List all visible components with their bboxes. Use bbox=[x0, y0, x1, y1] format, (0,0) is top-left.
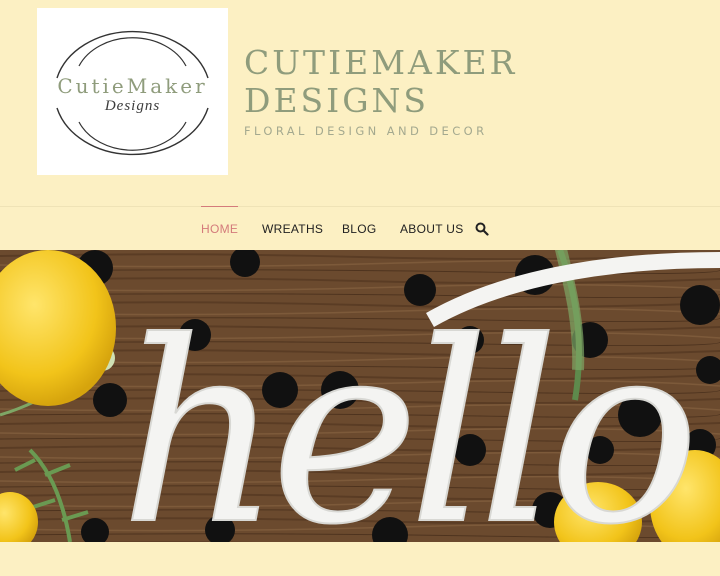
site-title[interactable]: CUTIEMAKER DESIGNS bbox=[244, 44, 564, 120]
search-icon[interactable] bbox=[475, 222, 489, 236]
site-logo[interactable]: CutieMaker Designs bbox=[37, 8, 228, 175]
logo-script-text: Designs bbox=[104, 98, 161, 114]
nav-item-about[interactable]: ABOUT US bbox=[400, 222, 464, 236]
site-title-line2: DESIGNS bbox=[244, 81, 430, 120]
site-tagline: FLORAL DESIGN AND DECOR bbox=[244, 124, 488, 138]
nav-item-home[interactable]: HOME bbox=[201, 206, 239, 236]
nav-item-wreaths[interactable]: WREATHS bbox=[262, 222, 323, 236]
main-nav: HOME WREATHS BLOG ABOUT US bbox=[0, 206, 720, 250]
logo-wordmark: CutieMaker bbox=[57, 74, 208, 98]
hero-image: hello bbox=[0, 250, 720, 542]
nav-item-blog[interactable]: BLOG bbox=[342, 222, 377, 236]
hello-sign: hello bbox=[120, 288, 689, 542]
site-title-line1: CUTIEMAKER bbox=[244, 43, 518, 82]
